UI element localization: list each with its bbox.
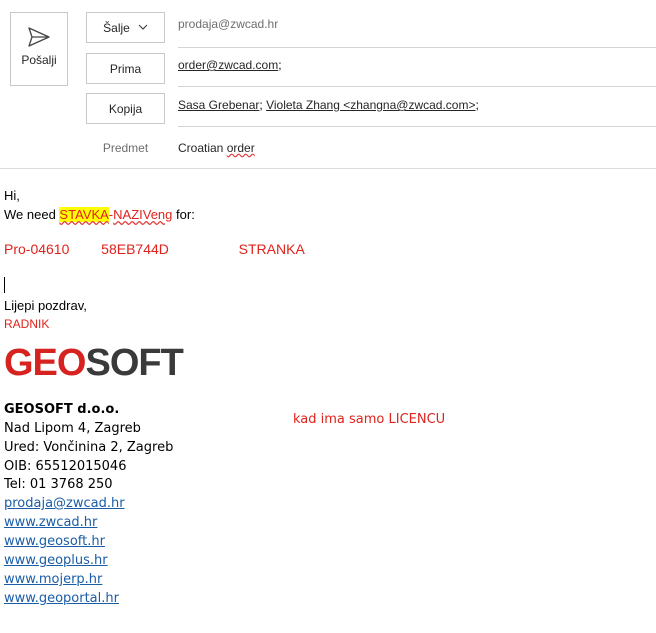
geosoft-logo: GEOSOFT (4, 342, 184, 384)
subject-word-2: order (226, 141, 255, 155)
request-line: We need STAVKA-NAZIVeng for: (4, 207, 195, 222)
company-name: GEOSOFT d.o.o. (4, 402, 120, 417)
subject-label: Predmet (102, 141, 149, 155)
cc-suffix: ; (475, 98, 479, 112)
naziv-field: NAZIVeng (113, 207, 173, 222)
request-prefix: We need (4, 207, 60, 222)
to-button[interactable]: Prima (86, 53, 165, 84)
greeting: Hi, (4, 188, 20, 203)
header-divider (0, 168, 656, 169)
from-button[interactable]: Šalje (86, 12, 165, 43)
license-note: kad ima samo LICENCU (293, 412, 446, 427)
to-separator: ; (278, 58, 282, 72)
geoplus-link[interactable]: www.geoplus.hr (4, 553, 108, 568)
oib: OIB: 65512015046 (4, 459, 127, 474)
regards: Lijepi pozdrav, (4, 298, 87, 313)
text-cursor (4, 277, 5, 293)
cc-field[interactable]: Sasa Grebenar; Violeta Zhang <zhangna@zw… (178, 98, 656, 127)
to-recipient[interactable]: order@zwcad.com (178, 58, 278, 72)
subject-word-1: Croatian (178, 141, 224, 155)
chevron-down-icon (138, 22, 148, 33)
geosoft-link[interactable]: www.geosoft.hr (4, 534, 105, 549)
customer-field: STRANKA (238, 241, 305, 257)
cc-button-label: Kopija (108, 101, 143, 116)
logo-soft: SOFT (85, 342, 183, 384)
stavka-field: STAVKA (59, 207, 109, 222)
phone: Tel: 01 3768 250 (4, 477, 113, 492)
worker-field: RADNIK (4, 317, 50, 331)
address: Nad Lipom 4, Zagreb (4, 421, 141, 436)
from-field[interactable]: prodaja@zwcad.hr (178, 17, 656, 48)
logo-geo: GEO (4, 342, 86, 384)
send-icon (28, 27, 50, 47)
send-button[interactable]: Pošalji (10, 12, 68, 86)
geoportal-link[interactable]: www.geoportal.hr (4, 591, 119, 606)
to-button-label: Prima (109, 61, 142, 76)
send-label: Pošalji (21, 53, 57, 67)
cc-separator: ; (259, 98, 267, 112)
subject-field[interactable]: Croatian order (178, 137, 656, 159)
from-button-label: Šalje (103, 20, 130, 35)
mojerp-link[interactable]: www.mojerp.hr (4, 572, 102, 587)
from-value: prodaja@zwcad.hr (178, 17, 279, 31)
order-line: Pro-04610 58EB744D STRANKA (4, 241, 305, 257)
to-field[interactable]: order@zwcad.com; (178, 58, 656, 87)
email-link[interactable]: prodaja@zwcad.hr (4, 496, 125, 511)
zwcad-link[interactable]: www.zwcad.hr (4, 515, 97, 530)
product-code: Pro-04610 (4, 241, 70, 257)
cc-recipient-2[interactable]: Violeta Zhang <zhangna@zwcad.com> (266, 98, 475, 112)
cc-recipient-1[interactable]: Sasa Grebenar (178, 98, 259, 112)
request-suffix: for: (172, 207, 195, 222)
cc-button[interactable]: Kopija (86, 93, 165, 124)
office-address: Ured: Vončinina 2, Zagreb (4, 440, 174, 455)
license-key: 58EB744D (101, 241, 169, 257)
